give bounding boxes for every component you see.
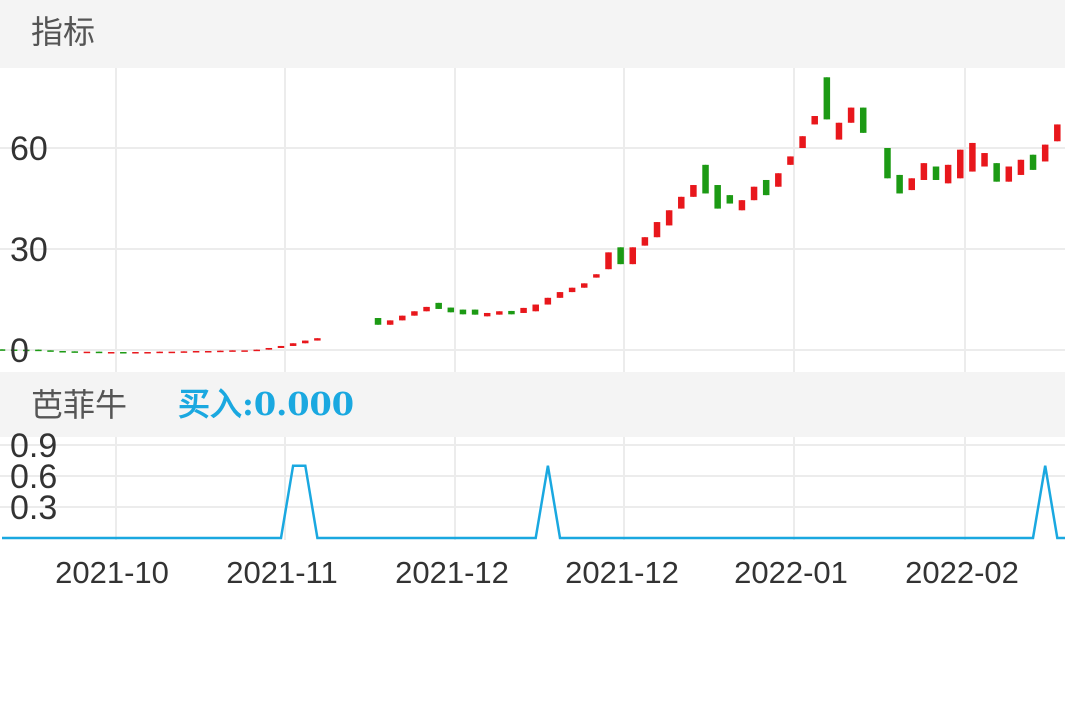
candle-down xyxy=(459,309,467,315)
y-tick-label: 0 xyxy=(10,332,29,370)
candle-up xyxy=(520,307,527,313)
candle-down xyxy=(762,179,770,196)
candle-down xyxy=(823,77,831,120)
candle-up xyxy=(496,311,503,315)
candle-up xyxy=(799,136,806,148)
candle-up xyxy=(678,196,685,209)
candle-up xyxy=(920,163,928,180)
x-tick-label: 2022-02 xyxy=(905,555,1019,590)
candle-up xyxy=(1017,159,1025,175)
candle-up xyxy=(217,350,224,353)
candle-down xyxy=(617,247,624,265)
candle-up xyxy=(277,345,285,348)
candle-down xyxy=(714,185,721,209)
candle-up xyxy=(944,164,952,184)
candle-up xyxy=(544,297,552,305)
candle-up xyxy=(265,347,273,350)
candle-down xyxy=(508,310,515,315)
candle-up xyxy=(289,343,297,346)
stock-chart[interactable]: 603000.90.60.32021-10 2021-11 2021-12 2021-… xyxy=(0,0,1065,708)
candle-up xyxy=(180,351,188,353)
y-tick-label: 60 xyxy=(10,130,48,168)
candle-up xyxy=(253,349,260,352)
candle-up xyxy=(811,116,818,125)
candle-up xyxy=(738,200,746,211)
candle-down xyxy=(896,174,903,194)
candle-up xyxy=(629,247,637,265)
candle-up xyxy=(750,186,758,201)
x-tick-label: 2021-10 xyxy=(55,555,169,590)
x-tick-label: 2022-01 xyxy=(734,555,848,590)
candle-down xyxy=(859,107,867,133)
candle-up xyxy=(192,351,200,353)
candle-up xyxy=(593,274,600,278)
candle-down xyxy=(59,351,66,353)
candle-up xyxy=(132,352,139,354)
candle-up xyxy=(981,153,988,167)
candle-down xyxy=(702,164,709,194)
x-tick-label: 2021-11 xyxy=(226,555,337,590)
candle-up xyxy=(83,351,91,354)
candle-down xyxy=(726,195,734,204)
candle-up xyxy=(787,156,794,165)
x-tick-label: 2021-12 xyxy=(395,555,509,590)
candle-up xyxy=(957,149,964,179)
candle-up xyxy=(204,351,212,353)
candle-up xyxy=(847,107,855,123)
candle-up xyxy=(532,304,539,312)
candle-up xyxy=(690,185,697,197)
candle-up xyxy=(168,351,176,354)
candle-up xyxy=(483,312,491,317)
candle-up xyxy=(775,173,782,187)
candle-up xyxy=(302,340,309,344)
candle-down xyxy=(471,309,479,315)
candle-down xyxy=(884,148,891,179)
candle-up xyxy=(229,350,236,352)
candles xyxy=(0,77,1061,354)
x-tick-label: 2021-12 xyxy=(565,555,679,590)
candle-up xyxy=(653,222,661,238)
candle-down xyxy=(95,351,103,354)
candle-up xyxy=(399,315,406,321)
candle-down xyxy=(435,302,442,309)
candle-down xyxy=(35,349,42,352)
candle-down xyxy=(1029,154,1037,170)
candle-down xyxy=(993,163,1000,182)
candle-up xyxy=(1005,166,1013,182)
candle-up xyxy=(908,178,915,191)
grid xyxy=(0,68,1065,540)
candle-up xyxy=(641,237,649,246)
candle-up xyxy=(568,287,576,293)
candle-down xyxy=(447,307,455,313)
candle-up xyxy=(1054,124,1061,142)
candle-up xyxy=(144,352,151,354)
candle-down xyxy=(120,352,127,354)
candle-down xyxy=(71,351,79,353)
candle-up xyxy=(580,283,588,288)
candle-up xyxy=(314,338,321,341)
candle-up xyxy=(665,210,673,226)
candle-up xyxy=(605,252,612,270)
candle-up xyxy=(1041,144,1049,162)
candle-up xyxy=(156,351,163,354)
candle-up xyxy=(423,306,430,312)
candle-down xyxy=(0,349,6,351)
candle-up xyxy=(556,292,564,298)
candle-up xyxy=(411,311,418,316)
candle-up xyxy=(969,142,976,172)
candle-down xyxy=(47,350,54,352)
candle-up xyxy=(241,350,248,352)
y-tick-label: 30 xyxy=(10,231,48,269)
candle-up xyxy=(835,122,843,140)
candle-up xyxy=(107,352,115,354)
axis-labels: 603000.90.60.32021-10 2021-11 2021-12 2021-… xyxy=(10,130,1019,590)
candle-down xyxy=(374,318,382,325)
y-tick-label: 0.3 xyxy=(10,489,57,527)
candle-up xyxy=(386,320,394,325)
candle-down xyxy=(932,166,940,180)
